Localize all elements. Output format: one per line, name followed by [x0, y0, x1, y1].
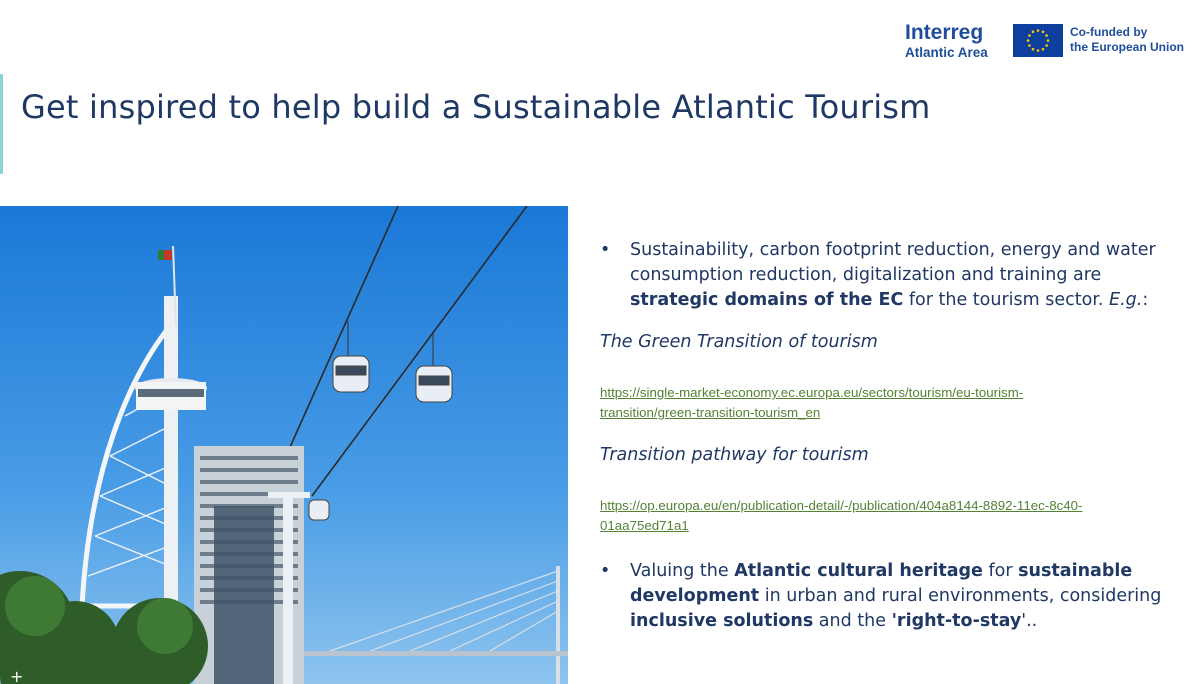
bullet1-colon: :: [1142, 290, 1149, 310]
link-line[interactable]: transition/green-transition-tourism_en: [600, 403, 1190, 423]
bullet1-bold: strategic domains of the EC: [630, 290, 904, 310]
bullet-cultural-heritage: • Valuing the Atlantic cultural heritage…: [600, 559, 1190, 634]
link-line[interactable]: https://single-market-economy.ec.europa.…: [600, 383, 1190, 403]
bullet2-text3: in urban and rural environments, conside…: [759, 586, 1162, 606]
bullet2-bold-right-to-stay: 'right-to-stay: [891, 611, 1022, 631]
bullet2-text5: '..: [1021, 611, 1038, 631]
ref-transition-pathway-title: Transition pathway for tourism: [600, 445, 869, 465]
bullet2-bold-heritage: Atlantic cultural heritage: [734, 561, 983, 581]
link-line[interactable]: 01aa75ed71a1: [600, 516, 1190, 536]
bullet-dot: •: [600, 240, 611, 260]
bullet1-eg: E.g.: [1109, 290, 1143, 310]
bullet2-text: Valuing the: [630, 561, 735, 581]
ref-green-transition-title: The Green Transition of tourism: [600, 332, 878, 352]
eu-line-1: Co-funded by: [1070, 25, 1148, 39]
bullet2-text4: and the: [813, 611, 892, 631]
eu-flag-icon: [1013, 24, 1063, 57]
ref-transition-pathway-link[interactable]: https://op.europa.eu/en/publication-deta…: [600, 496, 1190, 536]
title-accent-bar: [0, 74, 3, 174]
bullet1-text: Sustainability, carbon footprint reducti…: [630, 240, 1156, 285]
bullet-strategic-domains: • Sustainability, carbon footprint reduc…: [600, 238, 1190, 313]
slide-content: • Sustainability, carbon footprint reduc…: [600, 238, 1190, 634]
bullet-dot: •: [600, 561, 611, 581]
interreg-area: Atlantic Area: [905, 45, 988, 60]
bullet2-text2: for: [982, 561, 1019, 581]
link-line[interactable]: https://op.europa.eu/en/publication-deta…: [600, 496, 1190, 516]
crosshair-icon: +: [10, 667, 23, 684]
eu-stars-icon: [1026, 29, 1050, 52]
lisbon-tower-cable-car-photo: +: [0, 206, 568, 684]
interreg-logo: Interreg Atlantic Area: [905, 22, 988, 61]
bullet1-text2: for the tourism sector.: [903, 290, 1110, 310]
ref-green-transition-link[interactable]: https://single-market-economy.ec.europa.…: [600, 383, 1190, 423]
eu-cofunded-text: Co-funded by the European Union: [1070, 25, 1184, 55]
slide-title: Get inspired to help build a Sustainable…: [21, 88, 931, 126]
bullet2-bold-inclusive: inclusive solutions: [630, 611, 814, 631]
interreg-brand: Interreg: [905, 21, 984, 44]
eu-line-2: the European Union: [1070, 40, 1184, 54]
